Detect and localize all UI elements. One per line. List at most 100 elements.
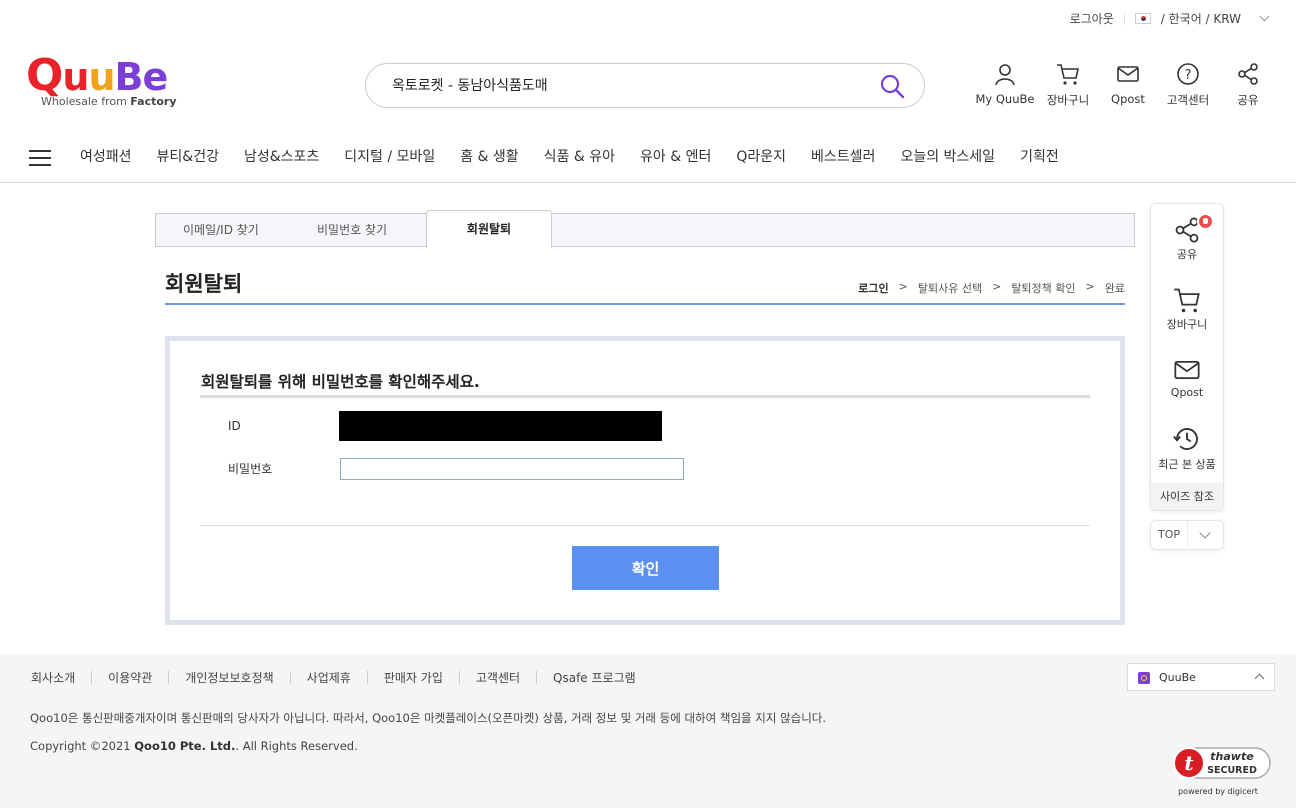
utility-bar: 로그아웃 / 한국어 / KRW — [1070, 10, 1270, 27]
scroll-top-button[interactable]: TOP — [1151, 521, 1188, 549]
category-item[interactable]: 홈 & 생활 — [460, 146, 518, 166]
notification-badge-icon — [1197, 213, 1214, 230]
footer-link[interactable]: 개인정보보호정책 — [185, 669, 273, 686]
locale-selector[interactable]: / 한국어 / KRW — [1161, 10, 1241, 27]
qpost-button[interactable]: Qpost — [1098, 62, 1158, 108]
scroll-controls: TOP — [1150, 520, 1224, 550]
share-label: 공유 — [1237, 93, 1259, 107]
tagline-bold: Factory — [130, 95, 177, 108]
form-heading: 회원탈퇴를 위해 비밀번호를 확인해주세요. — [201, 373, 480, 391]
help-center-label: 고객센터 — [1166, 93, 1210, 107]
logo-wordmark: QuuBe — [26, 50, 168, 101]
site-selector[interactable]: QuuBe — [1127, 663, 1275, 691]
category-item[interactable]: 오늘의 박스세일 — [900, 146, 995, 166]
user-icon — [995, 64, 1015, 86]
qpost-label: Qpost — [1111, 92, 1145, 106]
divider — [200, 525, 1090, 526]
side-quick-bar: 공유 장바구니 Qpost 최근 본 상품 사이즈 참조 — [1150, 203, 1224, 511]
page-title: 회원탈퇴 — [165, 272, 243, 296]
site-selector-label: QuuBe — [1159, 671, 1196, 684]
svg-text:t: t — [1184, 751, 1194, 775]
chevron-up-icon — [1254, 673, 1265, 684]
footer: 회사소개 이용약관 개인정보보호정책 사업제휴 판매자 가입 고객센터 Qsaf… — [0, 655, 1296, 808]
cart-label: 장바구니 — [1046, 93, 1090, 107]
my-quube-label: My QuuBe — [975, 92, 1035, 106]
korea-flag-icon — [1134, 13, 1151, 24]
help-icon: ? — [1177, 63, 1199, 85]
footer-link[interactable]: 사업제휴 — [307, 669, 351, 686]
footer-link[interactable]: 판매자 가입 — [384, 669, 443, 686]
svg-text:?: ? — [1185, 68, 1192, 83]
category-nav: 여성패션 뷰티&건강 남성&스포츠 디지털 / 모바일 홈 & 생활 식품 & … — [0, 135, 1296, 183]
category-item[interactable]: 남성&스포츠 — [244, 146, 319, 166]
step-login: 로그인 — [858, 282, 889, 295]
chevron-down-icon[interactable] — [1188, 521, 1223, 549]
share-button[interactable]: 공유 — [1218, 62, 1278, 108]
share-icon — [1238, 63, 1258, 85]
tab-withdraw[interactable]: 회원탈퇴 — [426, 210, 552, 248]
copyright: Copyright ©2021 Qoo10 Pte. Ltd.. All Rig… — [30, 739, 358, 753]
cart-button[interactable]: 장바구니 — [1038, 62, 1098, 108]
id-value-redacted — [339, 411, 662, 441]
tab-find-password[interactable]: 비밀번호 찾기 — [317, 214, 387, 246]
password-confirm-box: 회원탈퇴를 위해 비밀번호를 확인해주세요. ID 비밀번호 확인 — [165, 336, 1125, 625]
category-item[interactable]: 여성패션 — [80, 146, 132, 166]
side-qpost-label: Qpost — [1170, 386, 1204, 399]
mail-icon — [1117, 66, 1139, 82]
cart-icon — [1174, 288, 1200, 313]
footer-link[interactable]: 고객센터 — [476, 669, 520, 686]
footer-notice: Qoo10은 통신판매중개자이며 통신판매의 당사자가 아닙니다. 따라서, Q… — [30, 711, 827, 725]
size-guide-button[interactable]: 사이즈 참조 — [1151, 483, 1223, 510]
quube-logo[interactable]: QuuBe Wholesale from Factory — [26, 50, 177, 109]
password-label: 비밀번호 — [228, 462, 273, 476]
qoo10-logo-icon — [1138, 672, 1150, 684]
step-breadcrumb: 로그인 > 탈퇴사유 선택 > 탈퇴정책 확인 > 완료 — [858, 280, 1125, 296]
side-recent-label: 최근 본 상품 — [1158, 458, 1216, 471]
footer-link[interactable]: 회사소개 — [31, 669, 75, 686]
step-separator: > — [992, 280, 1002, 293]
chevron-down-icon[interactable] — [1259, 11, 1270, 22]
help-center-button[interactable]: ? 고객센터 — [1158, 62, 1218, 108]
category-list: 여성패션 뷰티&건강 남성&스포츠 디지털 / 모바일 홈 & 생활 식품 & … — [80, 146, 1084, 166]
footer-link[interactable]: Qsafe 프로그램 — [553, 669, 636, 686]
thawte-secured-seal[interactable]: t thawte SECURED powered by digicert — [1172, 744, 1272, 800]
footer-link[interactable]: 이용약관 — [108, 669, 152, 686]
category-item[interactable]: 베스트셀러 — [811, 146, 875, 166]
footer-links: 회사소개 이용약관 개인정보보호정책 사업제휴 판매자 가입 고객센터 Qsaf… — [31, 669, 636, 686]
company-name: Qoo10 Pte. Ltd. — [134, 739, 236, 753]
divider — [1123, 12, 1125, 25]
logout-link[interactable]: 로그아웃 — [1070, 10, 1114, 27]
password-field[interactable] — [340, 458, 684, 480]
category-item[interactable]: 뷰티&건강 — [157, 146, 219, 166]
seal-brand: thawte — [1210, 750, 1254, 763]
cart-icon — [1057, 64, 1079, 85]
copyright-suffix: . All Rights Reserved. — [235, 739, 358, 753]
title-divider — [165, 303, 1125, 305]
side-recent-button[interactable]: 최근 본 상품 — [1151, 424, 1223, 472]
search-icon[interactable] — [878, 72, 906, 100]
category-item[interactable]: 기획전 — [1020, 146, 1059, 166]
header-icons: My QuuBe 장바구니 Qpost ? 고객센터 공유 — [972, 62, 1278, 108]
confirm-button[interactable]: 확인 — [572, 546, 719, 590]
step-separator: > — [1085, 280, 1095, 293]
mail-icon — [1174, 360, 1200, 380]
step-separator: > — [898, 280, 908, 293]
hamburger-menu-icon[interactable] — [29, 150, 51, 167]
category-item[interactable]: 유아 & 엔터 — [640, 146, 711, 166]
my-quube-button[interactable]: My QuuBe — [972, 62, 1038, 108]
category-item[interactable]: Q라운지 — [736, 146, 786, 166]
tagline-text: Wholesale from — [41, 95, 131, 108]
category-item[interactable]: 디지털 / 모바일 — [344, 146, 435, 166]
search-input[interactable] — [392, 73, 862, 97]
history-icon — [1173, 428, 1198, 450]
side-cart-label: 장바구니 — [1166, 318, 1208, 331]
side-qpost-button[interactable]: Qpost — [1151, 356, 1223, 399]
divider — [200, 395, 1090, 398]
id-label: ID — [228, 419, 241, 433]
side-cart-button[interactable]: 장바구니 — [1151, 286, 1223, 332]
account-tabs: 이메일/ID 찾기 비밀번호 찾기 회원탈퇴 — [155, 210, 1135, 248]
tab-find-id[interactable]: 이메일/ID 찾기 — [183, 214, 259, 246]
category-item[interactable]: 식품 & 유아 — [544, 146, 615, 166]
step-policy: 탈퇴정책 확인 — [1011, 282, 1076, 295]
search-bar — [365, 63, 925, 108]
